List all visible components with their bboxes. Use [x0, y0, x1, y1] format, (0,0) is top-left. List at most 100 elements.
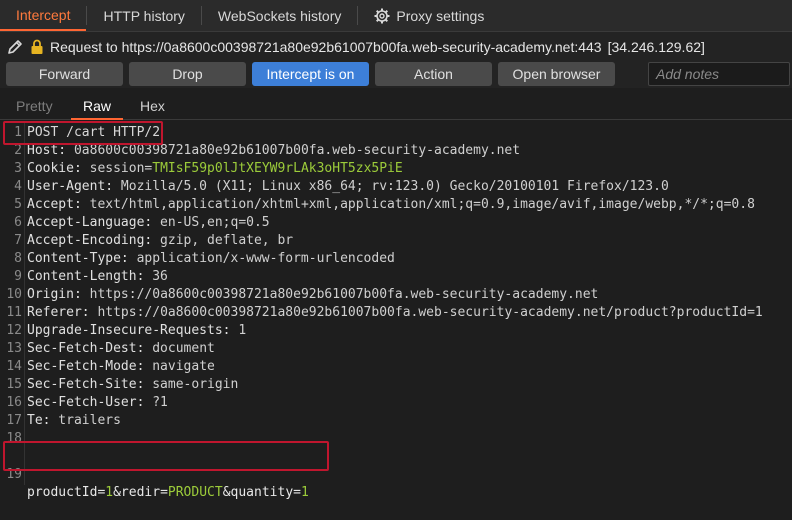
line-content: Accept-Encoding: gzip, deflate, br: [27, 232, 293, 250]
line-content: User-Agent: Mozilla/5.0 (X11; Linux x86_…: [27, 178, 669, 196]
action-button[interactable]: Action: [375, 62, 492, 86]
request-ip: [34.246.129.62]: [607, 39, 705, 55]
param-name: &redir=: [113, 485, 168, 500]
header-name: Content-Type:: [27, 251, 129, 266]
line-number: 16: [6, 395, 22, 410]
line-content: POST /cart HTTP/2: [27, 125, 161, 140]
tab-intercept[interactable]: Intercept: [0, 0, 87, 31]
line-content: Content-Type: application/x-www-form-url…: [27, 250, 395, 268]
line-content: Host: 0a8600c00398721a80e92b61007b00fa.w…: [27, 142, 520, 160]
drop-button[interactable]: Drop: [129, 62, 246, 86]
lock-icon: [30, 39, 44, 55]
line-content: Sec-Fetch-Mode: navigate: [27, 358, 215, 376]
header-value: trailers: [50, 413, 121, 428]
header-value: navigate: [144, 359, 215, 374]
intercept-toggle-button[interactable]: Intercept is on: [252, 62, 369, 86]
header-name: Accept-Language:: [27, 215, 153, 230]
header-value: ?1: [144, 395, 168, 410]
header-name: Cookie:: [27, 161, 82, 176]
tab-hex[interactable]: Hex: [140, 98, 165, 114]
open-browser-button[interactable]: Open browser: [498, 62, 615, 86]
line-number: 1: [14, 125, 22, 140]
header-value: 1: [230, 323, 247, 338]
header-value: same-origin: [144, 377, 239, 392]
proxy-tabs: Intercept HTTP history WebSockets histor…: [0, 0, 792, 32]
tab-http-history-label: HTTP history: [103, 7, 185, 24]
param-value: 1: [300, 485, 309, 500]
forward-button[interactable]: Forward: [6, 62, 123, 86]
line-number: 14: [6, 359, 22, 374]
header-name: Sec-Fetch-User:: [27, 395, 145, 410]
line-content: Te: trailers: [27, 412, 121, 430]
line-number: 4: [14, 179, 22, 194]
tab-raw[interactable]: Raw: [70, 98, 124, 120]
header-name: Sec-Fetch-Site:: [27, 377, 145, 392]
line-content: Sec-Fetch-User: ?1: [27, 394, 168, 412]
line-number: 8: [14, 251, 22, 266]
line-number: 11: [6, 305, 22, 320]
header-name: Referer:: [27, 305, 90, 320]
request-body: productId=1&redir=PRODUCT&quantity=1: [27, 484, 309, 502]
line-number: 13: [6, 341, 22, 356]
request-line: 18: [0, 430, 792, 448]
request-line: 17 Te: trailers: [0, 412, 792, 430]
cookie-value: TMIsF59p0lJtXEYW9rLAk3oHT5zx5PiE: [152, 161, 403, 176]
tab-pretty[interactable]: Pretty: [16, 98, 53, 114]
header-value: document: [144, 341, 215, 356]
request-line: 15 Sec-Fetch-Site: same-origin: [0, 376, 792, 394]
header-name: Origin:: [27, 287, 82, 302]
pencil-icon[interactable]: [6, 38, 24, 56]
param-value: 1: [105, 485, 114, 500]
header-name: Accept:: [27, 197, 82, 212]
header-value: Mozilla/5.0 (X11; Linux x86_64; rv:123.0…: [113, 179, 669, 194]
line-number: 9: [14, 269, 22, 284]
line-content: Sec-Fetch-Site: same-origin: [27, 376, 238, 394]
tab-http-history[interactable]: HTTP history: [87, 0, 200, 31]
request-line: 5 Accept: text/html,application/xhtml+xml…: [0, 196, 792, 214]
gear-icon: [374, 8, 390, 24]
tab-intercept-label: Intercept: [16, 6, 71, 23]
request-line: 14 Sec-Fetch-Mode: navigate: [0, 358, 792, 376]
request-line: 8 Content-Type: application/x-www-form-ur…: [0, 250, 792, 268]
header-value: application/x-www-form-urlencoded: [128, 251, 395, 266]
header-name: Te:: [27, 413, 51, 428]
line-number: 6: [14, 215, 22, 230]
tab-websockets-history[interactable]: WebSockets history: [202, 0, 357, 31]
request-line: 10 Origin: https://0a8600c00398721a80e92b…: [0, 286, 792, 304]
line-number: 12: [6, 323, 22, 338]
request-line: 13 Sec-Fetch-Dest: document: [0, 340, 792, 358]
line-number: 15: [6, 377, 22, 392]
message-view-tabs: Pretty Raw Hex: [0, 94, 792, 120]
header-value: session=: [81, 161, 153, 176]
line-number: 2: [14, 143, 22, 158]
header-name: Content-Length:: [27, 269, 145, 284]
request-line: 6 Accept-Language: en-US,en;q=0.5: [0, 214, 792, 232]
line-number: 10: [6, 287, 22, 302]
header-value: https://0a8600c00398721a80e92b61007b00fa…: [89, 305, 763, 320]
request-line: 2 Host: 0a8600c00398721a80e92b61007b00fa.…: [0, 142, 792, 160]
request-line: 3 Cookie: session=TMIsF59p0lJtXEYW9rLAk3o…: [0, 160, 792, 178]
request-line: 12 Upgrade-Insecure-Requests: 1: [0, 322, 792, 340]
request-line: 1 POST /cart HTTP/2: [0, 124, 792, 142]
line-number: 19: [6, 467, 22, 482]
header-name: Upgrade-Insecure-Requests:: [27, 323, 231, 338]
request-line: 11 Referer: https://0a8600c00398721a80e92…: [0, 304, 792, 322]
line-number: 18: [6, 431, 22, 446]
header-value: https://0a8600c00398721a80e92b61007b00fa…: [81, 287, 599, 302]
line-number: 7: [14, 233, 22, 248]
line-content: Content-Length: 36: [27, 268, 168, 286]
tab-proxy-settings[interactable]: Proxy settings: [358, 0, 500, 31]
request-line: 16 Sec-Fetch-User: ?1: [0, 394, 792, 412]
tab-websockets-history-label: WebSockets history: [217, 7, 342, 24]
request-url: Request to https://0a8600c00398721a80e92…: [50, 39, 602, 55]
request-target: Request to https://0a8600c00398721a80e92…: [0, 32, 792, 62]
line-content: Upgrade-Insecure-Requests: 1: [27, 322, 246, 340]
line-content: Referer: https://0a8600c00398721a80e92b6…: [27, 304, 763, 322]
line-content: Origin: https://0a8600c00398721a80e92b61…: [27, 286, 598, 304]
header-name: Sec-Fetch-Mode:: [27, 359, 145, 374]
line-number: 17: [6, 413, 22, 428]
notes-input[interactable]: Add notes: [648, 62, 790, 86]
param-name: &quantity=: [222, 485, 301, 500]
raw-request-editor[interactable]: 1 POST /cart HTTP/2 2 Host: 0a8600c00398721…: [0, 121, 792, 500]
request-line: 7 Accept-Encoding: gzip, deflate, br: [0, 232, 792, 250]
